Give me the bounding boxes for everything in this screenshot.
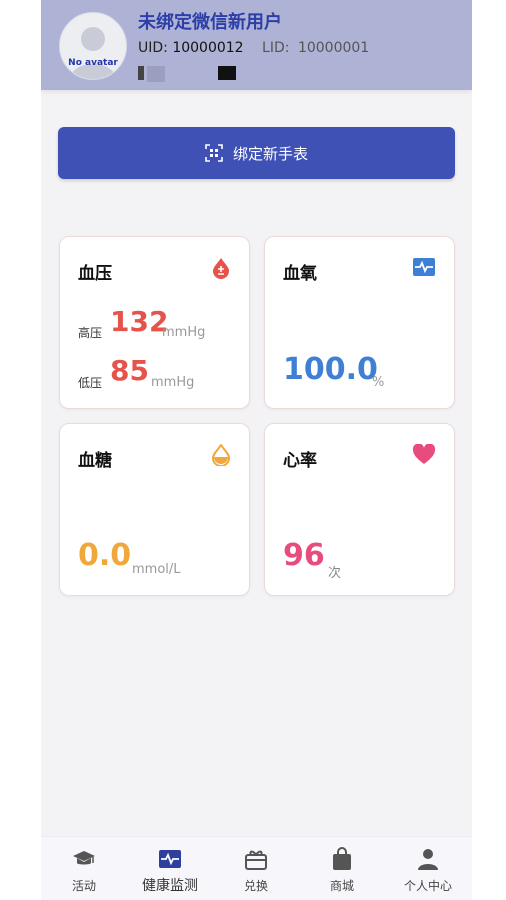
tab-label: 个人中心 [403,879,452,893]
avatar-text: No avatar [68,58,118,68]
tab-exchange[interactable]: 兑换 [213,837,299,900]
blood-sugar-value: 0.0 [78,538,132,573]
bottom-tab-bar: 活动 健康监测 兑换 商城 个人中心 [41,836,472,900]
uid-label: UID: [138,40,168,56]
redacted-block [218,66,236,80]
card-title: 心率 [283,451,317,471]
scan-qr-icon [205,144,223,162]
tab-label: 商城 [329,879,354,893]
shopping-bag-icon [333,847,351,870]
high-pressure-unit: mmHg [162,325,206,340]
pulse-monitor-icon [413,258,435,276]
card-title: 血压 [78,264,112,284]
tab-label: 健康监测 [142,878,198,894]
low-pressure-unit: mmHg [151,375,195,390]
card-title: 血糖 [78,451,112,471]
bind-watch-label: 绑定新手表 [232,144,308,163]
uid-value: 10000012 [172,40,244,56]
avatar-placeholder-icon [70,27,116,79]
high-pressure-label: 高压 [78,326,103,340]
blood-oxygen-value: 100.0 [283,352,378,387]
blood-oxygen-card[interactable]: 血氧 100.0 % [264,236,455,409]
half-drop-icon [211,444,231,466]
tab-shop[interactable]: 商城 [299,837,385,900]
tab-label: 兑换 [243,879,268,893]
tab-profile[interactable]: 个人中心 [385,837,471,900]
blood-sugar-card[interactable]: 血糖 0.0 mmol/L [59,423,250,596]
pulse-monitor-icon [159,850,181,868]
blood-pressure-card[interactable]: 血压 高压 132 mmHg 低压 85 mmHg [59,236,250,409]
high-pressure-value: 132 [110,305,169,338]
low-pressure-label: 低压 [78,376,103,390]
tab-activity[interactable]: 活动 [41,837,127,900]
blood-drop-icon [213,258,229,279]
id-row: UID: 10000012 LID: 10000001 [138,40,369,56]
bind-watch-button[interactable]: 绑定新手表 [58,127,455,179]
app-screen: No avatar 未绑定微信新用户 UID: 10000012 LID: 10… [41,0,472,900]
card-title: 血氧 [283,264,317,284]
heart-rate-value: 96 [283,538,325,573]
heart-rate-unit: 次 [328,566,342,581]
graduation-cap-icon [73,851,95,865]
heart-icon [412,444,436,464]
redacted-block [147,66,165,82]
user-name: 未绑定微信新用户 [138,12,282,33]
blood-oxygen-unit: % [372,375,385,390]
low-pressure-value: 85 [110,354,149,387]
person-icon [418,849,438,870]
blood-sugar-unit: mmol/L [132,562,181,577]
avatar[interactable]: No avatar [59,12,127,80]
lid-value: 10000001 [297,40,370,56]
heart-rate-card[interactable]: 心率 96 次 [264,423,455,596]
redacted-block [138,66,144,80]
lid-label: LID: [262,40,290,56]
user-header: No avatar 未绑定微信新用户 UID: 10000012 LID: 10… [41,0,472,90]
tab-label: 活动 [71,879,96,893]
tab-health-monitoring[interactable]: 健康监测 [127,837,213,900]
gift-card-icon [245,850,267,870]
